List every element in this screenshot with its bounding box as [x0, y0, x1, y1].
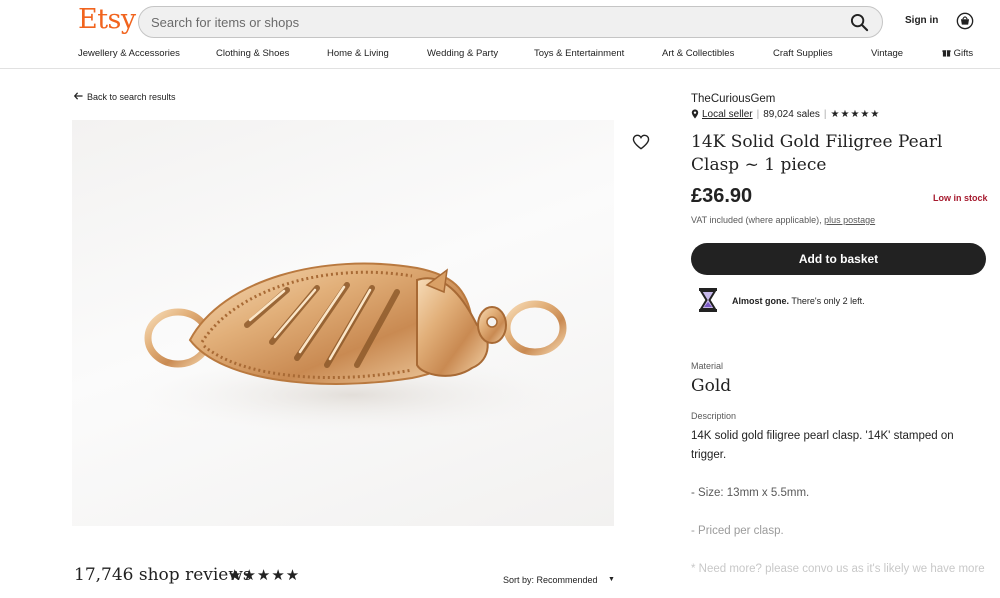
product-title: 14K Solid Gold Filigree Pearl Clasp ~ 1 … — [691, 132, 943, 175]
nav-home-living[interactable]: Home & Living — [327, 48, 389, 59]
sort-dropdown[interactable]: Sort by: Recommended — [503, 575, 598, 585]
nav-gifts-label: Gifts — [953, 48, 974, 59]
category-nav: Jewellery & Accessories Clothing & Shoes… — [0, 48, 1000, 62]
nav-clothing[interactable]: Clothing & Shoes — [216, 48, 289, 59]
basket-icon[interactable] — [956, 12, 974, 30]
nav-craft-supplies[interactable]: Craft Supplies — [773, 48, 833, 59]
description-line: - Priced per clasp. — [691, 525, 784, 537]
nav-jewellery[interactable]: Jewellery & Accessories — [78, 48, 180, 59]
gift-icon — [942, 50, 951, 57]
shop-reviews-heading: 17,746 shop reviews — [74, 565, 252, 585]
separator: | — [756, 109, 760, 120]
description-line: * Need more? please convo us as it's lik… — [691, 563, 985, 575]
nav-wedding-party[interactable]: Wedding & Party — [427, 48, 498, 59]
search-icon[interactable] — [850, 13, 869, 32]
site-header: Etsy Search for items or shops Sign in J… — [0, 0, 1000, 69]
shop-review-stars: ★★★★★ — [228, 567, 301, 584]
shop-name-link[interactable]: TheCuriousGem — [691, 93, 775, 105]
description-label: Description — [691, 411, 737, 421]
hourglass-icon — [699, 288, 717, 312]
description-line: - Size: 13mm x 5.5mm. — [691, 487, 810, 499]
nav-toys[interactable]: Toys & Entertainment — [534, 48, 624, 59]
nav-art[interactable]: Art & Collectibles — [662, 48, 734, 59]
material-label: Material — [691, 361, 724, 371]
seller-rating-stars[interactable]: ★★★★★ — [831, 109, 881, 120]
stock-status: Low in stock — [933, 193, 988, 203]
almost-gone-text: There's only 2 left. — [791, 296, 865, 306]
nav-gifts[interactable]: Gifts — [942, 48, 973, 59]
search-bar[interactable]: Search for items or shops — [138, 6, 883, 38]
search-input[interactable]: Search for items or shops — [151, 15, 299, 30]
seller-info: Local seller | 89,024 sales | ★★★★★ — [691, 109, 880, 120]
sign-in-link[interactable]: Sign in — [905, 15, 938, 26]
caret-down-icon[interactable]: ▼ — [608, 576, 615, 583]
product-image[interactable] — [72, 120, 614, 526]
gold-clasp-image — [132, 262, 572, 435]
back-to-search-link[interactable]: Back to search results — [74, 92, 176, 102]
vat-note: VAT included (where applicable), plus po… — [691, 215, 875, 225]
sales-count: 89,024 sales — [763, 109, 820, 120]
product-price: £36.90 — [691, 185, 753, 207]
vat-text: VAT included (where applicable), — [691, 215, 822, 225]
nav-vintage[interactable]: Vintage — [871, 48, 903, 59]
local-seller-link[interactable]: Local seller — [702, 109, 753, 120]
almost-gone-bold: Almost gone. — [732, 296, 790, 306]
add-to-basket-button[interactable]: Add to basket — [691, 243, 986, 275]
heart-icon[interactable] — [632, 134, 650, 150]
separator: | — [823, 109, 827, 120]
almost-gone-notice: Almost gone. There's only 2 left. — [732, 296, 865, 306]
pin-icon — [691, 109, 699, 119]
postage-link[interactable]: plus postage — [824, 215, 875, 225]
material-value: Gold — [691, 376, 732, 396]
description-line: 14K solid gold filigree pearl clasp. '14… — [691, 430, 954, 461]
etsy-logo[interactable]: Etsy — [78, 4, 136, 35]
back-arrow-icon — [74, 92, 83, 100]
back-link-label: Back to search results — [87, 92, 176, 102]
